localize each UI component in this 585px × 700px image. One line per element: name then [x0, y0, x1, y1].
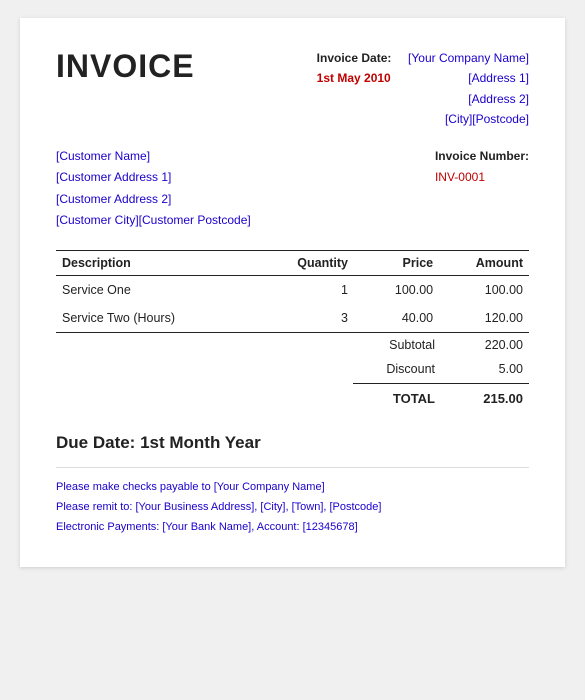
row1-desc: Service One	[56, 275, 269, 304]
row2-qty: 3	[269, 304, 354, 333]
table-body: Service One 1 100.00 100.00 Service Two …	[56, 275, 529, 332]
row2-amount: 120.00	[439, 304, 529, 333]
total-label: TOTAL	[353, 391, 453, 406]
date-label: Invoice Date:	[317, 51, 392, 65]
row2-desc: Service Two (Hours)	[56, 304, 269, 333]
total-value: 215.00	[453, 391, 523, 406]
customer-address1: [Customer Address 1]	[56, 167, 251, 189]
col-description: Description	[56, 250, 269, 275]
invoice-number-label: Invoice Number:	[435, 149, 529, 163]
subtotal-value: 220.00	[453, 338, 523, 352]
footer-line3: Electronic Payments: [Your Bank Name], A…	[56, 518, 529, 538]
header-right: Invoice Date: [Your Company Name] 1st Ma…	[317, 48, 529, 130]
invoice-page: INVOICE Invoice Date: [Your Company Name…	[20, 18, 565, 567]
row1-price: 100.00	[354, 275, 439, 304]
customer-name: [Customer Name]	[56, 146, 251, 168]
address2: [Address 2]	[468, 92, 529, 106]
row1-qty: 1	[269, 275, 354, 304]
totals-divider	[353, 383, 529, 384]
total-row: TOTAL 215.00	[56, 386, 529, 411]
row2-price: 40.00	[354, 304, 439, 333]
invoice-table: Description Quantity Price Amount Servic…	[56, 250, 529, 333]
discount-label: Discount	[353, 362, 453, 376]
customer-address2: [Customer Address 2]	[56, 189, 251, 211]
discount-row: Discount 5.00	[56, 357, 529, 381]
invoice-number-value: INV-0001	[435, 170, 485, 184]
table-row: Service Two (Hours) 3 40.00 120.00	[56, 304, 529, 333]
due-date: Due Date: 1st Month Year	[56, 433, 529, 453]
col-amount: Amount	[439, 250, 529, 275]
mid-row: [Customer Name] [Customer Address 1] [Cu…	[56, 146, 529, 232]
footer-line2: Please remit to: [Your Business Address]…	[56, 498, 529, 518]
invoice-number-block: Invoice Number: INV-0001	[435, 146, 529, 232]
footer-line1: Please make checks payable to [Your Comp…	[56, 478, 529, 498]
date-value: 1st May 2010	[317, 68, 391, 88]
table-row: Service One 1 100.00 100.00	[56, 275, 529, 304]
company-name: [Your Company Name]	[408, 51, 529, 65]
address1: [Address 1]	[468, 68, 529, 88]
col-price: Price	[354, 250, 439, 275]
city-postcode: [City][Postcode]	[445, 112, 529, 126]
footer-notes: Please make checks payable to [Your Comp…	[56, 467, 529, 537]
subtotal-label: Subtotal	[353, 338, 453, 352]
invoice-title: INVOICE	[56, 48, 195, 85]
col-quantity: Quantity	[269, 250, 354, 275]
header-row: INVOICE Invoice Date: [Your Company Name…	[56, 48, 529, 130]
discount-value: 5.00	[453, 362, 523, 376]
subtotal-row: Subtotal 220.00	[56, 333, 529, 357]
customer-city: [Customer City][Customer Postcode]	[56, 210, 251, 232]
customer-block: [Customer Name] [Customer Address 1] [Cu…	[56, 146, 251, 232]
totals-section: Subtotal 220.00 Discount 5.00 TOTAL 215.…	[56, 333, 529, 411]
table-header: Description Quantity Price Amount	[56, 250, 529, 275]
row1-amount: 100.00	[439, 275, 529, 304]
